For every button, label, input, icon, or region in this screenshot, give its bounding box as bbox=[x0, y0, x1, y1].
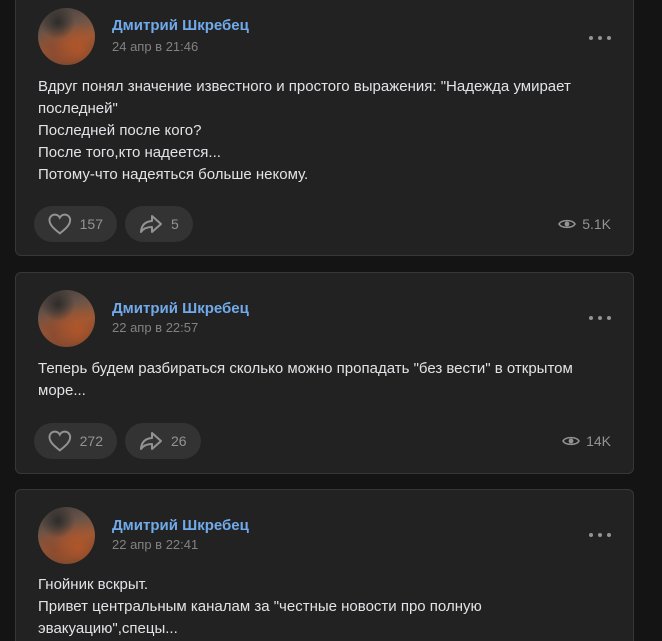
text-line: Теперь будем разбираться сколько можно п… bbox=[38, 360, 573, 377]
text-line: последней" bbox=[38, 100, 118, 117]
like-count: 157 bbox=[79, 216, 103, 232]
more-options-icon[interactable] bbox=[589, 31, 611, 45]
views-count: 14K bbox=[586, 433, 611, 449]
post: Дмитрий Шкребец 22 апр в 22:41 Гнойник в… bbox=[15, 489, 634, 641]
views: 14K bbox=[562, 433, 611, 449]
post-date[interactable]: 22 апр в 22:41 bbox=[112, 537, 198, 552]
share-icon bbox=[140, 215, 162, 233]
views: 5.1K bbox=[558, 216, 611, 232]
text-line: После того,кто надеется... bbox=[38, 144, 221, 161]
avatar[interactable] bbox=[38, 507, 95, 564]
author-name[interactable]: Дмитрий Шкребец bbox=[112, 17, 249, 34]
share-icon bbox=[140, 432, 162, 450]
heart-icon bbox=[48, 430, 72, 452]
like-button[interactable]: 157 bbox=[34, 206, 117, 242]
author-name[interactable]: Дмитрий Шкребец bbox=[112, 300, 249, 317]
text-line: Потому-что надеяться больше некому. bbox=[38, 166, 309, 183]
text-line: Гнойник вскрыт. bbox=[38, 576, 149, 593]
text-line: море... bbox=[38, 382, 86, 399]
share-button[interactable]: 26 bbox=[125, 423, 201, 459]
feed: Дмитрий Шкребец 24 апр в 21:46 Вдруг пон… bbox=[0, 0, 662, 641]
author-name[interactable]: Дмитрий Шкребец bbox=[112, 517, 249, 534]
text-line: Привет центральным каналам за "честные н… bbox=[38, 598, 482, 615]
post-date[interactable]: 22 апр в 22:57 bbox=[112, 320, 198, 335]
like-count: 272 bbox=[79, 433, 103, 449]
eye-icon bbox=[558, 219, 577, 229]
post-text: Вдруг понял значение известного и просто… bbox=[38, 76, 613, 186]
text-line: эвакуацию",спецы... bbox=[38, 620, 178, 637]
heart-icon bbox=[48, 213, 72, 235]
post: Дмитрий Шкребец 22 апр в 22:57 Теперь бу… bbox=[15, 272, 634, 474]
like-button[interactable]: 272 bbox=[34, 423, 117, 459]
share-count: 26 bbox=[171, 433, 187, 449]
post-text: Гнойник вскрыт. Привет центральным канал… bbox=[38, 574, 613, 640]
views-count: 5.1K bbox=[582, 216, 611, 232]
avatar[interactable] bbox=[38, 290, 95, 347]
text-line: Вдруг понял значение известного и просто… bbox=[38, 78, 571, 95]
share-count: 5 bbox=[171, 216, 179, 232]
more-options-icon[interactable] bbox=[589, 311, 611, 325]
post: Дмитрий Шкребец 24 апр в 21:46 Вдруг пон… bbox=[15, 0, 634, 256]
post-text: Теперь будем разбираться сколько можно п… bbox=[38, 358, 613, 402]
avatar[interactable] bbox=[38, 8, 95, 65]
text-line: Последней после кого? bbox=[38, 122, 202, 139]
eye-icon bbox=[562, 436, 580, 446]
share-button[interactable]: 5 bbox=[125, 206, 193, 242]
post-date[interactable]: 24 апр в 21:46 bbox=[112, 39, 198, 54]
more-options-icon[interactable] bbox=[589, 528, 611, 542]
